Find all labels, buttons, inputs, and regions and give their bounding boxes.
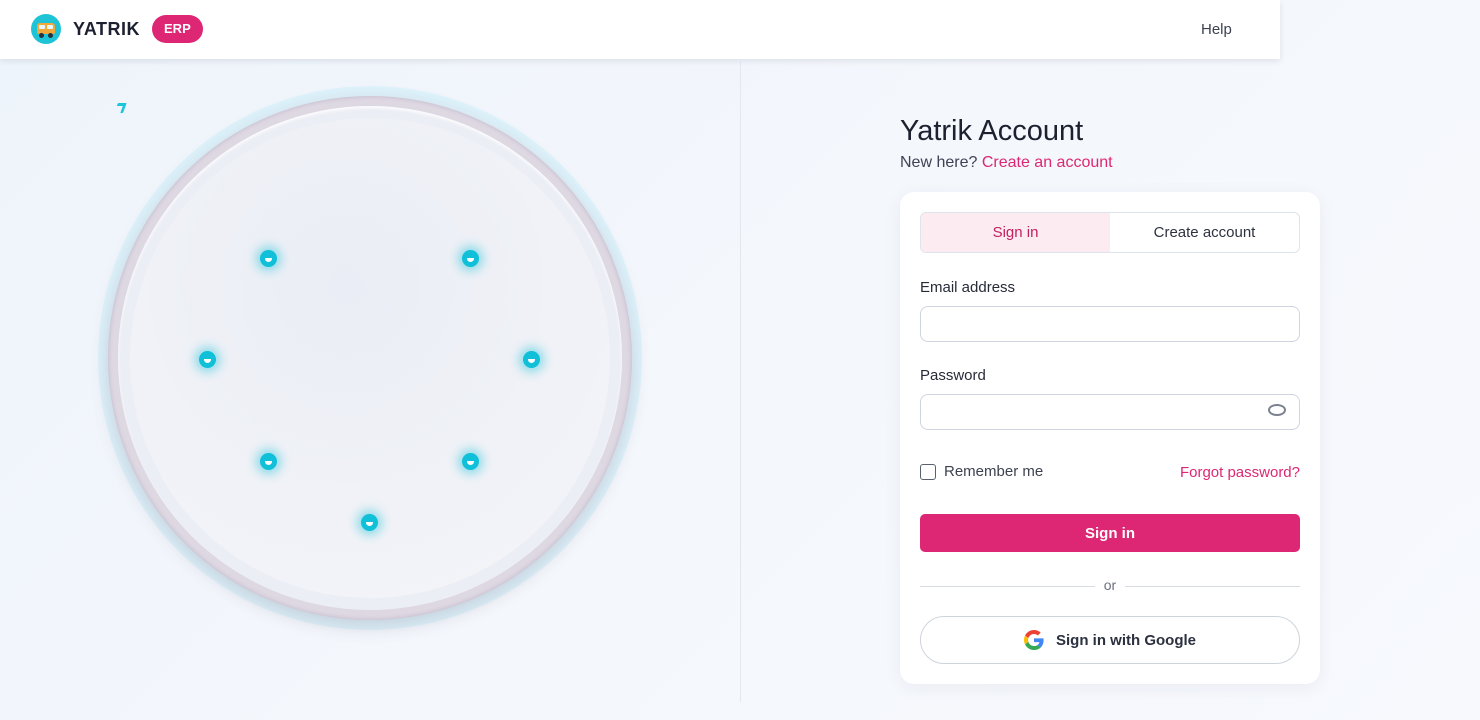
indicator-dot — [260, 453, 277, 470]
new-here-text: New here? — [900, 154, 978, 171]
remember-me[interactable]: Remember me — [920, 463, 1043, 480]
help-link[interactable]: Help — [1201, 21, 1232, 38]
tab-create-account[interactable]: Create account — [1110, 213, 1299, 252]
sign-in-card: Sign in Create account Email address Pas… — [900, 192, 1320, 684]
indicator-dot — [199, 351, 216, 368]
eye-icon[interactable] — [1268, 404, 1286, 416]
google-g-icon — [1024, 630, 1044, 650]
remember-checkbox[interactable] — [920, 463, 936, 480]
bus-logo-icon — [31, 14, 61, 44]
new-here-line: New here? Create an account — [900, 154, 1113, 172]
password-label: Password — [920, 367, 986, 384]
remember-label: Remember me — [944, 463, 1044, 480]
panel-divider — [740, 62, 741, 702]
brand[interactable]: YATRIK ERP — [31, 14, 203, 44]
auth-tabs: Sign in Create account — [920, 212, 1300, 253]
indicator-dot — [523, 351, 540, 368]
dial-illustration — [98, 86, 642, 630]
email-field[interactable] — [920, 306, 1300, 342]
email-label: Email address — [920, 279, 1016, 296]
indicator-dot — [260, 250, 277, 267]
brand-name: YATRIK — [73, 18, 141, 39]
top-navigation-bar: YATRIK ERP Help — [0, 0, 1280, 59]
page-title: Yatrik Account — [900, 115, 1084, 147]
google-sign-in-label: Sign in with Google — [1056, 631, 1196, 649]
indicator-dot — [361, 514, 378, 531]
sign-in-button[interactable]: Sign in — [920, 514, 1300, 552]
google-sign-in-button[interactable]: Sign in with Google — [920, 616, 1300, 664]
or-divider: or — [920, 577, 1300, 595]
forgot-password-link[interactable]: Forgot password? — [1180, 464, 1300, 481]
erp-badge: ERP — [152, 15, 203, 43]
or-text: or — [1103, 577, 1117, 593]
indicator-dot — [462, 250, 479, 267]
indicator-dot — [462, 453, 479, 470]
tab-sign-in[interactable]: Sign in — [921, 213, 1110, 252]
create-account-link[interactable]: Create an account — [982, 154, 1113, 171]
password-field[interactable] — [920, 394, 1300, 430]
